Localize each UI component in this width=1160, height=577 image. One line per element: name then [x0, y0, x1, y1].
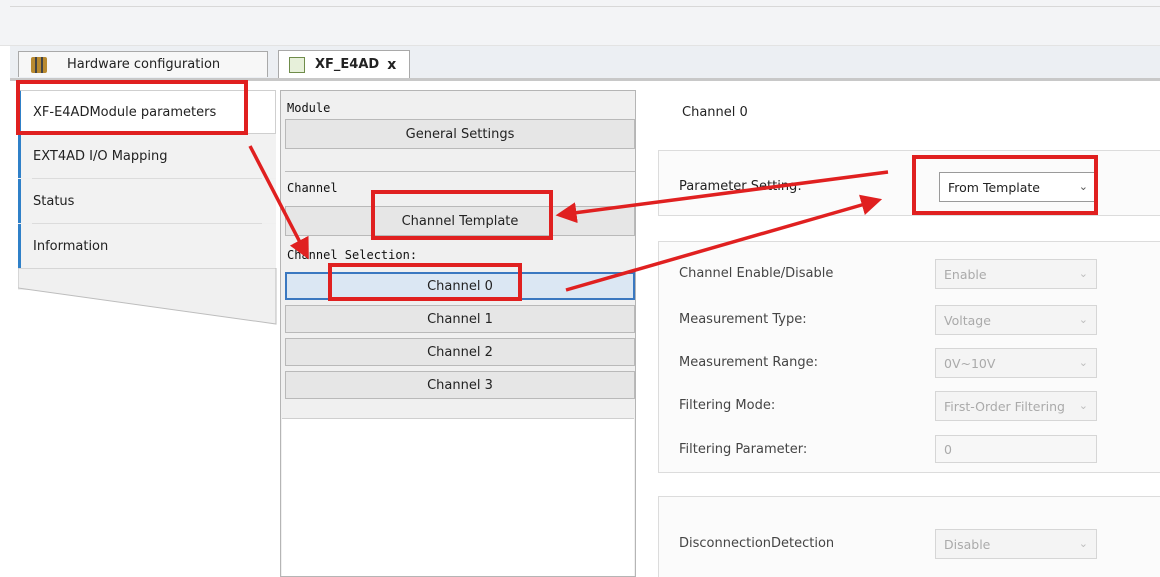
button-label: Channel 2: [427, 344, 493, 360]
channel-1-button[interactable]: Channel 1: [285, 305, 635, 333]
channel-0-button[interactable]: Channel 0: [285, 272, 635, 300]
chevron-down-icon: ⌄: [1078, 313, 1088, 326]
channel-section-label: Channel: [287, 181, 338, 195]
disconnection-detection-select[interactable]: Disable ⌄: [935, 529, 1097, 559]
tab-label: Hardware configuration: [67, 57, 221, 72]
module-section-label: Module: [287, 101, 331, 115]
channel-enable-label: Channel Enable/Disable: [679, 266, 834, 281]
nav-item-status[interactable]: Status: [18, 179, 276, 223]
filtering-parameter-label: Filtering Parameter:: [679, 442, 808, 457]
chevron-down-icon: ⌄: [1078, 356, 1088, 369]
left-nav: XF-E4ADModule parameters EXT4AD I/O Mapp…: [18, 90, 277, 577]
select-value: Voltage: [944, 312, 991, 328]
tab-strip: Hardware configuration XF_E4AD x: [10, 46, 1160, 78]
channel-selector-panel: Module General Settings Channel Channel …: [280, 90, 636, 577]
disconnection-detection-label: DisconnectionDetection: [679, 536, 835, 551]
input-value: 0: [944, 441, 952, 457]
disconnection-group: DisconnectionDetection Disable ⌄: [658, 496, 1160, 577]
select-value: From Template: [948, 179, 1040, 195]
chevron-down-icon: ⌄: [1078, 267, 1088, 280]
module-icon: [289, 56, 305, 73]
chevron-down-icon: ⌄: [1078, 537, 1088, 550]
section-divider: [285, 171, 635, 172]
channel-template-button[interactable]: Channel Template: [285, 206, 635, 236]
channel-3-button[interactable]: Channel 3: [285, 371, 635, 399]
filtering-mode-label: Filtering Mode:: [679, 398, 776, 413]
close-icon[interactable]: x: [387, 57, 396, 73]
button-label: Channel Template: [401, 213, 519, 229]
nav-item-module-parameters[interactable]: XF-E4ADModule parameters: [18, 90, 276, 134]
parameter-setting-label: Parameter Setting:: [679, 179, 802, 194]
nav-item-label: EXT4AD I/O Mapping: [33, 148, 168, 164]
tab-xf-e4ad[interactable]: XF_E4AD x: [278, 50, 410, 78]
measurement-range-select[interactable]: 0V~10V ⌄: [935, 348, 1097, 378]
tab-underline: [10, 78, 1160, 81]
parameter-setting-group: Parameter Setting: From Template ⌄: [658, 150, 1160, 216]
nav-bottom-edge: [18, 268, 277, 325]
parameter-setting-select[interactable]: From Template ⌄: [939, 172, 1097, 202]
title-strip: [0, 0, 1160, 46]
nav-item-label: Information: [33, 238, 109, 254]
chevron-down-icon: ⌄: [1078, 180, 1088, 193]
channel-selection-label: Channel Selection:: [287, 248, 418, 262]
nav-item-label: Status: [33, 193, 75, 209]
select-value: First-Order Filtering: [944, 398, 1065, 414]
select-value: Enable: [944, 266, 987, 282]
select-value: Disable: [944, 536, 991, 552]
button-label: Channel 0: [427, 278, 493, 294]
channel-2-button[interactable]: Channel 2: [285, 338, 635, 366]
chevron-down-icon: ⌄: [1078, 399, 1088, 412]
select-value: 0V~10V: [944, 355, 996, 371]
tab-label: XF_E4AD: [315, 57, 380, 72]
nav-item-label: XF-E4ADModule parameters: [33, 104, 217, 120]
button-label: General Settings: [405, 126, 515, 142]
channel-title: Channel 0: [682, 105, 748, 120]
general-settings-button[interactable]: General Settings: [285, 119, 635, 149]
hardware-config-icon: [31, 56, 47, 73]
measurement-type-label: Measurement Type:: [679, 312, 807, 327]
measurement-type-select[interactable]: Voltage ⌄: [935, 305, 1097, 335]
nav-item-io-mapping[interactable]: EXT4AD I/O Mapping: [18, 134, 276, 178]
channel-settings-panel: Channel 0 Parameter Setting: From Templa…: [640, 90, 1160, 577]
button-label: Channel 1: [427, 311, 493, 327]
panel-empty-area: [282, 418, 634, 576]
channel-parameters-group: Channel Enable/Disable Enable ⌄ Measurem…: [658, 241, 1160, 473]
filtering-mode-select[interactable]: First-Order Filtering ⌄: [935, 391, 1097, 421]
channel-enable-select[interactable]: Enable ⌄: [935, 259, 1097, 289]
top-divider: [10, 6, 1160, 7]
nav-item-information[interactable]: Information: [18, 224, 276, 268]
measurement-range-label: Measurement Range:: [679, 355, 818, 370]
tab-hardware-configuration[interactable]: Hardware configuration: [18, 51, 268, 77]
button-label: Channel 3: [427, 377, 493, 393]
filtering-parameter-input[interactable]: 0: [935, 435, 1097, 463]
